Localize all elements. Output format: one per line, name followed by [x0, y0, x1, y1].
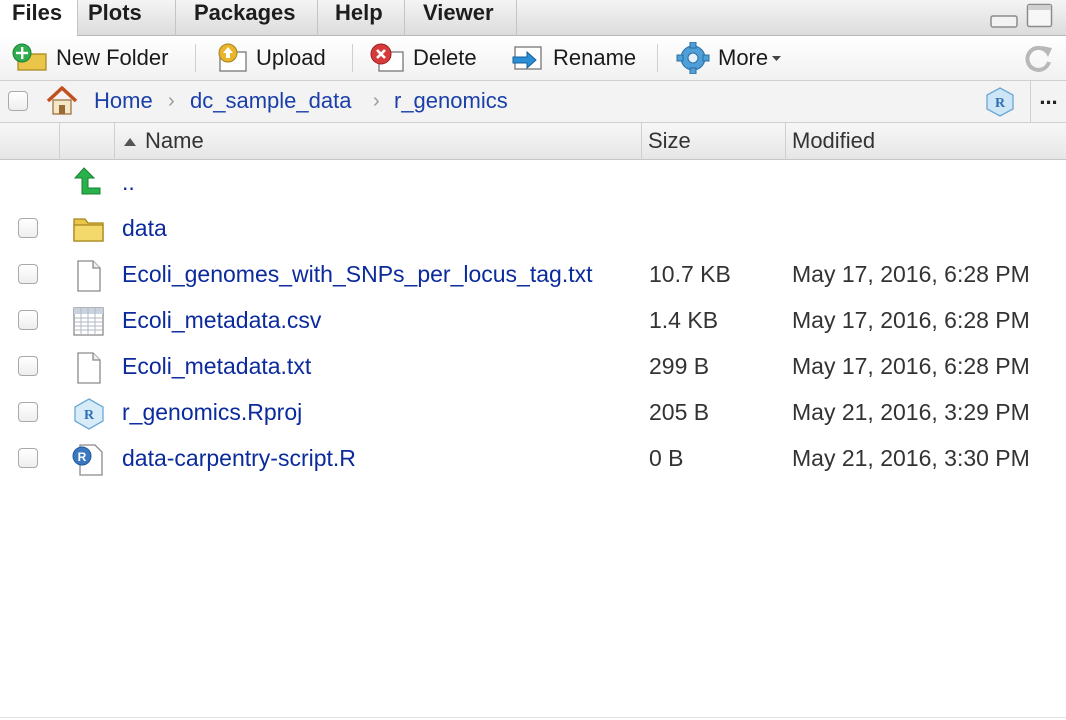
header-name[interactable]: Name [115, 123, 642, 160]
home-icon[interactable] [44, 84, 80, 118]
tab-files-label: Files [12, 0, 63, 25]
csv-file-icon [73, 307, 104, 336]
header-checkbox-column [0, 123, 60, 160]
file-row: Ecoli_genomes_with_SNPs_per_locus_tag.tx… [0, 252, 1066, 298]
file-modified: May 17, 2016, 6:28 PM [792, 353, 1030, 379]
go-up-icon [73, 167, 101, 195]
tab-plots[interactable]: Plots [78, 0, 176, 36]
go-to-project-icon[interactable]: R [984, 86, 1016, 118]
more-options-button[interactable]: ... [1030, 81, 1066, 122]
pane-tab-bar: Files Plots Packages Help Viewer [0, 0, 1066, 37]
file-size: 10.7 KB [649, 261, 731, 287]
file-row-checkbox[interactable] [18, 402, 38, 422]
select-all-checkbox[interactable] [8, 91, 28, 111]
header-size[interactable]: Size [642, 123, 786, 160]
file-row-checkbox[interactable] [18, 356, 38, 376]
file-modified: May 21, 2016, 3:29 PM [792, 399, 1030, 425]
file-modified: May 17, 2016, 6:28 PM [792, 307, 1030, 333]
file-row: Ecoli_metadata.txt 299 B May 17, 2016, 6… [0, 344, 1066, 390]
breadcrumb-separator: › [373, 90, 380, 112]
pane-bottom-border [0, 717, 1066, 718]
refresh-icon[interactable] [1022, 43, 1056, 75]
file-name-link[interactable]: Ecoli_metadata.txt [122, 352, 311, 380]
rename-icon [512, 46, 542, 70]
minimize-icon[interactable] [990, 5, 1018, 31]
file-row-checkbox[interactable] [18, 218, 38, 238]
svg-text:R: R [84, 408, 95, 423]
tab-help-label: Help [335, 0, 383, 25]
r-script-icon: R [72, 444, 103, 476]
svg-text:R: R [995, 96, 1006, 111]
tab-viewer[interactable]: Viewer [405, 0, 517, 36]
file-row-checkbox[interactable] [18, 448, 38, 468]
sort-ascending-icon [124, 138, 136, 147]
delete-button[interactable]: Delete [369, 42, 477, 74]
tab-packages-label: Packages [194, 0, 296, 25]
file-name-link[interactable]: data-carpentry-script.R [122, 444, 356, 472]
breadcrumb-dc-sample-data[interactable]: dc_sample_data [190, 88, 351, 114]
breadcrumb-r-genomics[interactable]: r_genomics [394, 88, 508, 114]
file-name-link[interactable]: r_genomics.Rproj [122, 398, 302, 426]
file-row: data [0, 206, 1066, 252]
file-list-header: Name Size Modified [0, 123, 1066, 160]
tab-files[interactable]: Files [0, 0, 78, 37]
parent-directory-row[interactable]: .. [0, 160, 1066, 206]
more-label: More [718, 45, 769, 70]
file-row: R r_genomics.Rproj 205 B May 21, 2016, 3… [0, 390, 1066, 436]
rename-label: Rename [553, 45, 637, 70]
file-modified: May 17, 2016, 6:28 PM [792, 261, 1030, 287]
file-row-checkbox[interactable] [18, 310, 38, 330]
more-button[interactable]: More [676, 42, 784, 74]
text-file-icon [77, 352, 101, 384]
maximize-icon[interactable] [1026, 3, 1054, 29]
file-name-link[interactable]: data [122, 214, 167, 242]
delete-label: Delete [413, 45, 477, 70]
tab-plots-label: Plots [88, 0, 142, 25]
toolbar-divider [195, 44, 196, 72]
upload-icon [218, 43, 247, 72]
file-name-link[interactable]: Ecoli_metadata.csv [122, 306, 321, 334]
file-row-checkbox[interactable] [18, 264, 38, 284]
folder-icon [73, 218, 104, 242]
tab-help[interactable]: Help [318, 0, 405, 36]
toolbar-divider [352, 44, 353, 72]
tab-packages[interactable]: Packages [176, 0, 318, 36]
toolbar-divider [657, 44, 658, 72]
file-row: R data-carpentry-script.R 0 B May 21, 20… [0, 436, 1066, 482]
upload-label: Upload [256, 45, 326, 70]
rename-button[interactable]: Rename [509, 42, 636, 74]
file-row: Ecoli_metadata.csv 1.4 KB May 17, 2016, … [0, 298, 1066, 344]
file-size: 0 B [649, 445, 684, 471]
header-modified-label: Modified [792, 128, 876, 153]
gear-icon [676, 42, 710, 74]
header-name-label: Name [145, 128, 204, 153]
new-folder-button[interactable]: New Folder [12, 42, 168, 74]
header-modified[interactable]: Modified [786, 123, 1066, 160]
rproj-icon: R [74, 398, 104, 430]
new-folder-icon [12, 43, 47, 71]
breadcrumb: Home › dc_sample_data › r_genomics R ... [0, 81, 1066, 123]
breadcrumb-separator: › [168, 90, 175, 112]
tab-viewer-label: Viewer [423, 0, 494, 25]
header-size-label: Size [648, 128, 691, 153]
svg-text:R: R [78, 450, 87, 464]
file-size: 205 B [649, 399, 710, 425]
file-name-link[interactable]: Ecoli_genomes_with_SNPs_per_locus_tag.tx… [122, 260, 593, 288]
delete-icon [370, 43, 404, 72]
dropdown-caret-icon [772, 56, 782, 61]
files-toolbar: New Folder Upload Delete Rename More [0, 36, 1066, 81]
upload-button[interactable]: Upload [212, 42, 326, 74]
file-modified: May 21, 2016, 3:30 PM [792, 445, 1030, 471]
file-size: 1.4 KB [649, 307, 719, 333]
file-size: 299 B [649, 353, 710, 379]
new-folder-label: New Folder [56, 45, 169, 70]
breadcrumb-home[interactable]: Home [94, 88, 153, 114]
parent-directory-link[interactable]: .. [122, 168, 135, 196]
text-file-icon [77, 260, 101, 292]
header-icon-column [60, 123, 115, 160]
